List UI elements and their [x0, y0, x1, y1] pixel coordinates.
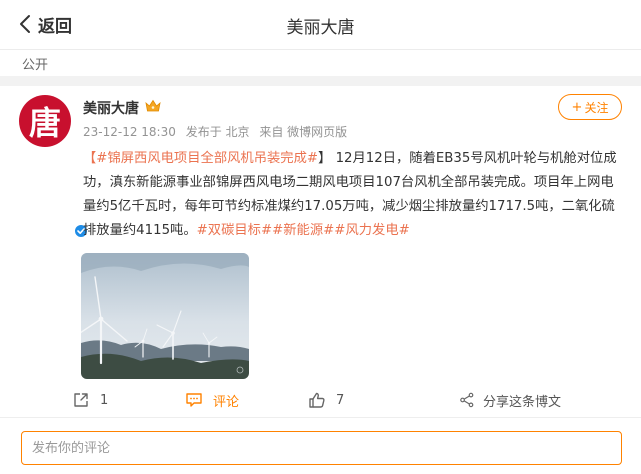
comment-label: 评论 [213, 394, 240, 410]
section-divider [0, 76, 641, 86]
comment-icon [186, 393, 202, 407]
author-name[interactable]: 美丽大唐 [83, 98, 139, 118]
like-count: 7 [336, 392, 345, 408]
hashtag-link[interactable]: #双碳目标# [197, 223, 272, 238]
comment-input[interactable] [21, 431, 622, 465]
avatar-logo: 唐 [28, 104, 61, 142]
plus-icon: + [571, 99, 583, 115]
share-post-button[interactable]: 分享这条博文 [459, 386, 561, 414]
post-location: 发布于 北京 [185, 125, 250, 139]
visibility-label: 公开 [22, 58, 49, 73]
like-button[interactable]: 7 [308, 386, 344, 414]
top-bar: 返回 美丽大唐 [0, 0, 641, 50]
share-out-icon [74, 393, 88, 407]
share-label: 分享这条博文 [483, 394, 562, 410]
hashtag-link[interactable]: #风力发电# [334, 223, 409, 238]
follow-button[interactable]: + 关注 [558, 94, 622, 120]
action-bar: 1 评论 7 分享这条博文 [0, 386, 641, 414]
topic-bracket-open: 【 [83, 151, 97, 166]
repost-button[interactable]: 1 [72, 386, 108, 414]
post-image[interactable] [81, 253, 249, 379]
post-text: 【#锦屏西风电项目全部风机吊装完成#】 12月12日，随着EB35号风机叶轮与机… [83, 147, 623, 243]
hashtag-link[interactable]: #新能源# [272, 223, 334, 238]
divider [0, 417, 641, 418]
follow-label: 关注 [584, 100, 609, 115]
topic-bracket-close: 】 [318, 151, 332, 166]
comment-button[interactable]: 评论 [185, 386, 239, 414]
topic-link[interactable]: #锦屏西风电项目全部风机吊装完成# [96, 151, 318, 166]
post-timestamp[interactable]: 23-12-12 18:30 [83, 125, 176, 139]
page-title: 美丽大唐 [286, 18, 355, 38]
repost-count: 1 [100, 392, 109, 408]
post-source: 来自 微博网页版 [259, 125, 348, 139]
post-meta: 23-12-12 18:30 发布于 北京 来自 微博网页版 [83, 123, 353, 140]
thumbs-up-icon [309, 392, 325, 408]
avatar[interactable]: 唐 [19, 95, 89, 239]
crown-icon [145, 99, 161, 112]
share-icon [460, 392, 474, 408]
